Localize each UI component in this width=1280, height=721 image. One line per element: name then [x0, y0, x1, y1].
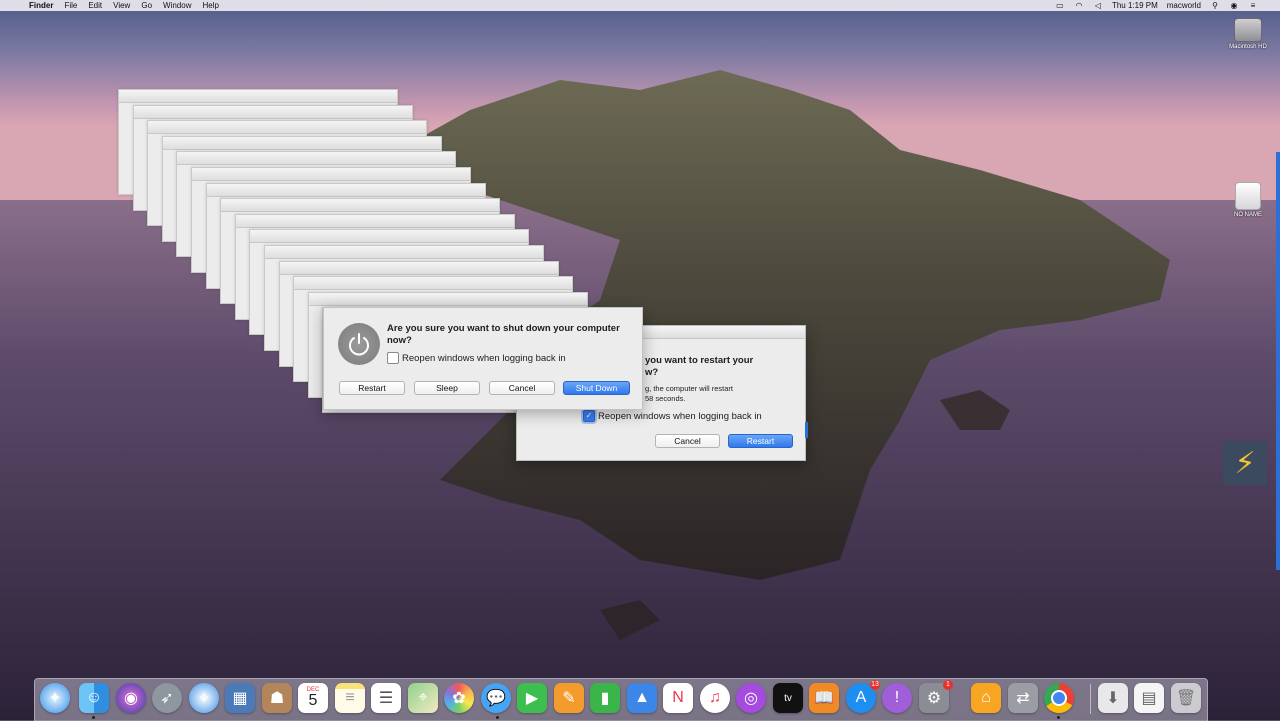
downloads-stack-icon[interactable]: ⬇: [1098, 683, 1128, 713]
sleep-button[interactable]: Sleep: [414, 381, 480, 395]
shutdown-reopen-row[interactable]: Reopen windows when logging back in: [387, 352, 566, 364]
lightning-app-icon[interactable]: ⚡: [1223, 441, 1267, 485]
menu-help[interactable]: Help: [202, 1, 218, 10]
running-indicator: [496, 716, 499, 719]
macintosh-hd-icon[interactable]: Macintosh HD: [1220, 16, 1276, 50]
no-name-drive-icon[interactable]: NO NAME: [1220, 182, 1276, 218]
menu-bar: Finder File Edit View Go Window Help ▭ ◠…: [0, 0, 1280, 11]
running-indicator: [1057, 716, 1060, 719]
finder-icon[interactable]: ☺: [79, 683, 109, 713]
notes-icon[interactable]: ≡: [335, 683, 365, 713]
shutdown-reopen-label: Reopen windows when logging back in: [402, 352, 566, 364]
restart-reopen-row[interactable]: ✓ Reopen windows when logging back in: [583, 410, 762, 422]
restart-confirm-button[interactable]: Restart: [728, 434, 793, 448]
reminders-icon[interactable]: ☰: [371, 683, 401, 713]
siri-icon[interactable]: ◉: [116, 683, 146, 713]
news-icon[interactable]: N: [663, 683, 693, 713]
apple-tv-icon[interactable]: tv: [773, 683, 803, 713]
launchpad-icon[interactable]: ➶: [152, 683, 182, 713]
volume-icon[interactable]: ◁: [1093, 1, 1103, 10]
screen-edge-highlight: [1276, 152, 1280, 570]
menu-edit[interactable]: Edit: [88, 1, 102, 10]
drive-label: NO NAME: [1233, 212, 1262, 218]
shutdown-title: Are you sure you want to shut down your …: [387, 323, 620, 346]
menu-clock[interactable]: Thu 1:19 PM: [1112, 1, 1158, 10]
safari-icon[interactable]: ✦: [40, 683, 70, 713]
home-icon[interactable]: ⌂: [971, 683, 1001, 713]
menu-finder[interactable]: Finder: [29, 1, 53, 10]
shutdown-reopen-checkbox[interactable]: [387, 352, 399, 364]
menu-window[interactable]: Window: [163, 1, 191, 10]
documents-stack-icon[interactable]: ▤: [1134, 683, 1164, 713]
dock-separator: [1090, 684, 1091, 714]
restart-reopen-checkbox[interactable]: ✓: [583, 410, 595, 422]
messages-icon[interactable]: 💬: [481, 683, 511, 713]
power-icon: [338, 323, 380, 365]
wifi-icon[interactable]: ◠: [1074, 1, 1084, 10]
restart-cancel-button[interactable]: Cancel: [655, 434, 720, 448]
calendar-day: 5: [308, 692, 318, 709]
music-icon[interactable]: ♫: [700, 683, 730, 713]
facetime-icon[interactable]: ▶: [517, 683, 547, 713]
search-icon[interactable]: ⚲: [1210, 1, 1220, 10]
restart-title: you want to restart your w?: [645, 355, 754, 378]
hard-drive-icon: [1234, 18, 1262, 42]
keynote-icon[interactable]: ▲: [627, 683, 657, 713]
menu-user[interactable]: macworld: [1167, 1, 1201, 10]
pages-icon[interactable]: ✎: [554, 683, 584, 713]
chrome-icon[interactable]: [1044, 683, 1074, 713]
cancel-button[interactable]: Cancel: [489, 381, 555, 395]
focus-ring: [805, 422, 808, 438]
maps-icon[interactable]: ⌖: [408, 683, 438, 713]
contacts-icon[interactable]: ☗: [262, 683, 292, 713]
preview-icon[interactable]: ▦: [225, 683, 255, 713]
siri-icon[interactable]: ◉: [1229, 1, 1239, 10]
restart-countdown-text: g, the computer will restart 58 seconds.: [645, 384, 733, 403]
apple-tv-label: tv: [784, 692, 792, 704]
photos-icon[interactable]: ✿: [444, 683, 474, 713]
system-preferences-icon[interactable]: ⚙ 1: [919, 680, 953, 713]
restart-reopen-label: Reopen windows when logging back in: [598, 410, 762, 422]
airplay-icon[interactable]: ▭: [1055, 1, 1065, 10]
prefs-badge: 1: [943, 680, 953, 690]
external-drive-icon: [1235, 182, 1261, 210]
trash-icon[interactable]: 🗑: [1171, 683, 1201, 713]
numbers-icon[interactable]: ▮: [590, 683, 620, 713]
podcasts-icon[interactable]: ◎: [736, 683, 766, 713]
safari-compass-icon[interactable]: ✧: [189, 683, 219, 713]
menu-file[interactable]: File: [64, 1, 77, 10]
menu-go[interactable]: Go: [141, 1, 152, 10]
restart-button[interactable]: Restart: [339, 381, 405, 395]
shut-down-button[interactable]: Shut Down: [563, 381, 630, 395]
app-store-icon[interactable]: A 13: [846, 680, 880, 713]
calendar-icon[interactable]: DEC 5: [298, 683, 328, 713]
app-store-badge: 13: [870, 680, 880, 690]
books-icon[interactable]: 📖: [809, 683, 839, 713]
migration-assistant-icon[interactable]: ⇄: [1008, 683, 1038, 713]
feedback-icon[interactable]: !: [882, 683, 912, 713]
menu-view[interactable]: View: [113, 1, 130, 10]
hd-label: Macintosh HD: [1229, 44, 1267, 50]
notification-center-icon[interactable]: ≡: [1248, 1, 1258, 10]
shutdown-dialog: Are you sure you want to shut down your …: [323, 307, 643, 410]
running-indicator: [92, 716, 95, 719]
